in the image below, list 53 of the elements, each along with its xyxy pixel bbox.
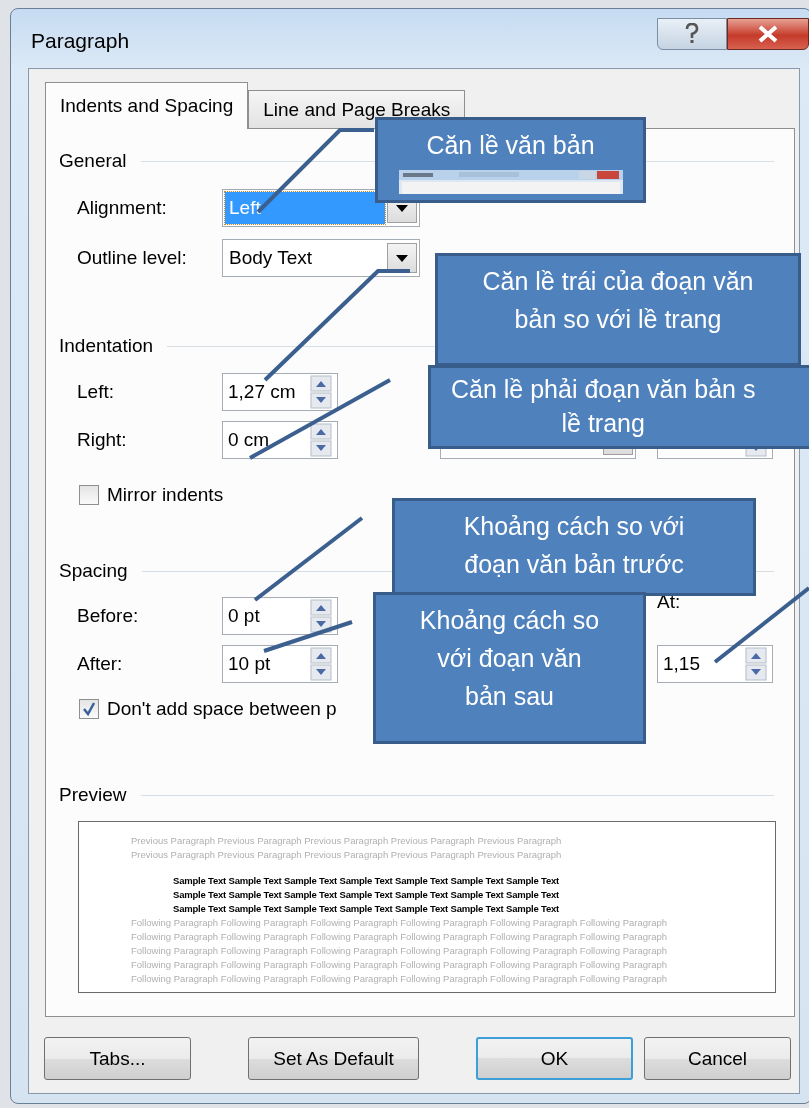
close-icon: [757, 25, 779, 43]
checkbox[interactable]: [79, 699, 99, 719]
field-label: After:: [77, 653, 124, 675]
spin-button[interactable]: [310, 599, 334, 633]
input-field[interactable]: 0 cm: [222, 421, 338, 459]
callout-text: Căn lề văn bản: [426, 130, 595, 161]
help-icon: [684, 23, 700, 45]
preview-text: Following Paragraph Following Paragraph Following Paragraph Following Paragraph Following Paragraph Following Paragraph: [131, 916, 668, 930]
section-heading: Spacing: [59, 560, 128, 582]
preview-text: Sample Text Sample Text Sample Text Sample Text Sample Text Sample Text Sample Text: [172, 902, 561, 916]
field-label: Before:: [77, 605, 140, 627]
preview-text: Following Paragraph Following Paragraph Following Paragraph Following Paragraph Following Paragraph Following Paragraph: [131, 944, 668, 958]
preview-text: Following Paragraph Following Paragraph Following Paragraph Following Paragraph Following Paragraph Following Paragraph: [131, 930, 668, 944]
preview-text: Following Paragraph Following Paragraph Following Paragraph Following Paragraph Following Paragraph Following Paragraph: [131, 958, 668, 972]
input-field[interactable]: 1,15: [657, 645, 773, 683]
spin-button[interactable]: [310, 375, 334, 409]
callout-text: Căn lề trái của đoạn văn bản so với lề trang: [482, 266, 754, 335]
callout-text: Căn lề phải đoạn văn bản s lề trang: [451, 374, 756, 439]
dialog-button[interactable]: Cancel: [644, 1037, 791, 1080]
callout-text: Khoảng cách so với đoạn văn bản sau: [419, 605, 600, 712]
input-field[interactable]: 1,27 cm: [222, 373, 338, 411]
checkbox-label: Don't add space between p: [107, 698, 337, 720]
dialog-button[interactable]: Tabs...: [44, 1037, 191, 1080]
spin-button[interactable]: [310, 423, 334, 457]
field-label: Left:: [77, 381, 115, 403]
section-heading: General: [59, 150, 127, 172]
field-label: Right:: [77, 429, 128, 451]
field-label: At:: [657, 591, 682, 613]
spin-button[interactable]: [310, 647, 334, 681]
section-heading: Preview: [59, 784, 127, 806]
dropdown-value: Body Text: [228, 246, 314, 270]
close-button[interactable]: [727, 18, 809, 50]
field-label: Alignment:: [77, 197, 168, 219]
help-button[interactable]: [657, 18, 727, 50]
callout-text: Khoảng cách so với đoạn văn bản trước: [463, 511, 685, 580]
input-field[interactable]: 10 pt: [222, 645, 338, 683]
preview-text: Sample Text Sample Text Sample Text Sample Text Sample Text Sample Text Sample Text: [172, 888, 561, 902]
preview-text: Previous Paragraph Previous Paragraph Previous Paragraph Previous Paragraph Previous Paragraph: [131, 848, 563, 862]
dialog-button[interactable]: Set As Default: [248, 1037, 419, 1080]
window-title: Paragraph: [31, 29, 130, 53]
dialog-button[interactable]: OK: [476, 1037, 633, 1080]
checkbox-label: Mirror indents: [107, 484, 224, 506]
field-label: Outline level:: [77, 247, 188, 269]
preview-text: Previous Paragraph Previous Paragraph Previous Paragraph Previous Paragraph Previous Paragraph: [131, 834, 563, 848]
dropdown-value: Left: [225, 192, 385, 224]
spin-button[interactable]: [745, 647, 769, 681]
preview-text: Following Paragraph Following Paragraph Following Paragraph Following Paragraph Following Paragraph Following Paragraph: [131, 972, 668, 986]
preview-text: Sample Text Sample Text Sample Text Sample Text Sample Text Sample Text Sample Text: [172, 874, 561, 888]
outline-level-dropdown[interactable]: Body Text: [222, 239, 420, 277]
checkbox[interactable]: [79, 485, 99, 505]
input-field[interactable]: 0 pt: [222, 597, 338, 635]
section-heading: Indentation: [59, 335, 154, 357]
tab[interactable]: Indents and Spacing: [45, 82, 249, 129]
